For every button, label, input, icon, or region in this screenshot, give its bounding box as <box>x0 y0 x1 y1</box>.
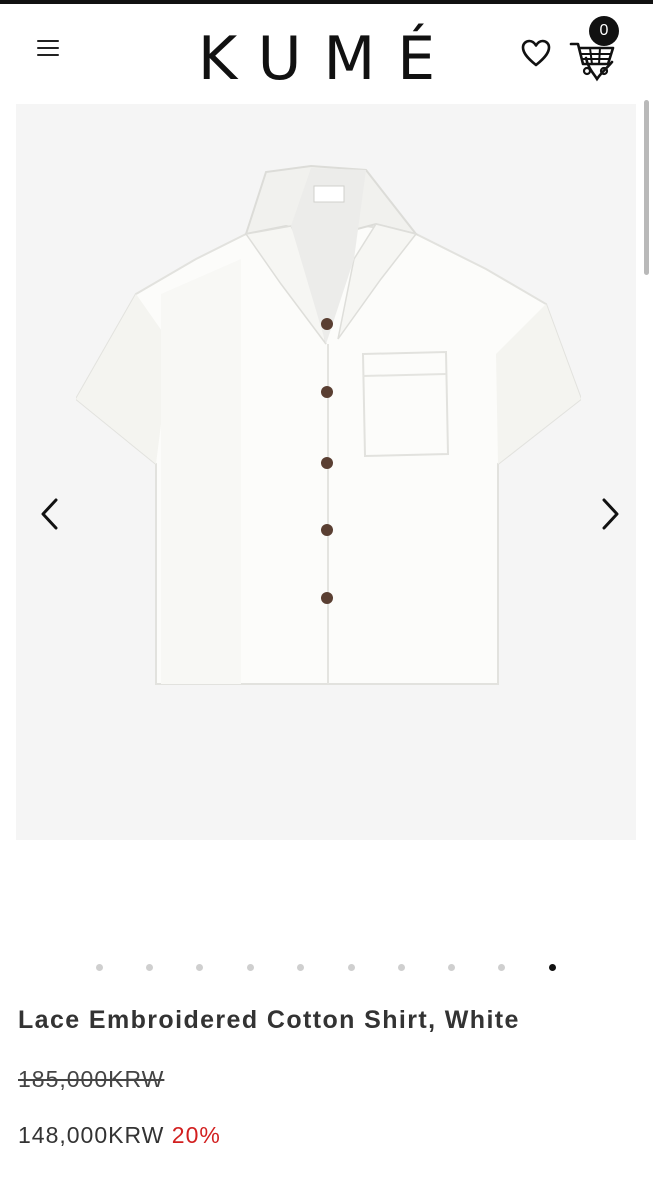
wishlist-button[interactable] <box>520 38 552 68</box>
menu-icon <box>36 40 62 56</box>
discount-percent: 20% <box>171 1122 221 1148</box>
pagination-dot-9[interactable] <box>498 964 505 971</box>
pagination-dot-2[interactable] <box>146 964 153 971</box>
pagination-dot-8[interactable] <box>448 964 455 971</box>
product-image <box>76 164 581 685</box>
product-image-gallery[interactable] <box>16 104 636 840</box>
brand-logo[interactable]: KUMÉ <box>190 24 465 94</box>
pagination-dot-6[interactable] <box>348 964 355 971</box>
pagination-dot-5[interactable] <box>297 964 304 971</box>
previous-image-button[interactable] <box>38 496 62 532</box>
original-price: 185,000KRW <box>18 1066 165 1092</box>
cart-count-badge: 0 <box>589 16 619 46</box>
pagination-dot-1[interactable] <box>96 964 103 971</box>
gallery-pagination <box>90 961 570 975</box>
chevron-right-icon <box>602 498 619 530</box>
chevron-left-icon <box>41 498 58 530</box>
next-image-button[interactable] <box>598 496 622 532</box>
pagination-dot-3[interactable] <box>196 964 203 971</box>
page-scrollbar[interactable] <box>644 100 649 275</box>
pagination-dot-7[interactable] <box>398 964 405 971</box>
pagination-dot-10-active[interactable] <box>549 964 556 971</box>
site-header: KUMÉ <box>0 4 653 104</box>
menu-button[interactable] <box>36 40 62 62</box>
pagination-dot-4[interactable] <box>247 964 254 971</box>
price-row: 148,000KRW 20% <box>18 1122 221 1149</box>
heart-icon <box>521 39 551 67</box>
sale-price: 148,000KRW <box>18 1122 165 1148</box>
product-title: Lace Embroidered Cotton Shirt, White <box>18 1006 520 1034</box>
